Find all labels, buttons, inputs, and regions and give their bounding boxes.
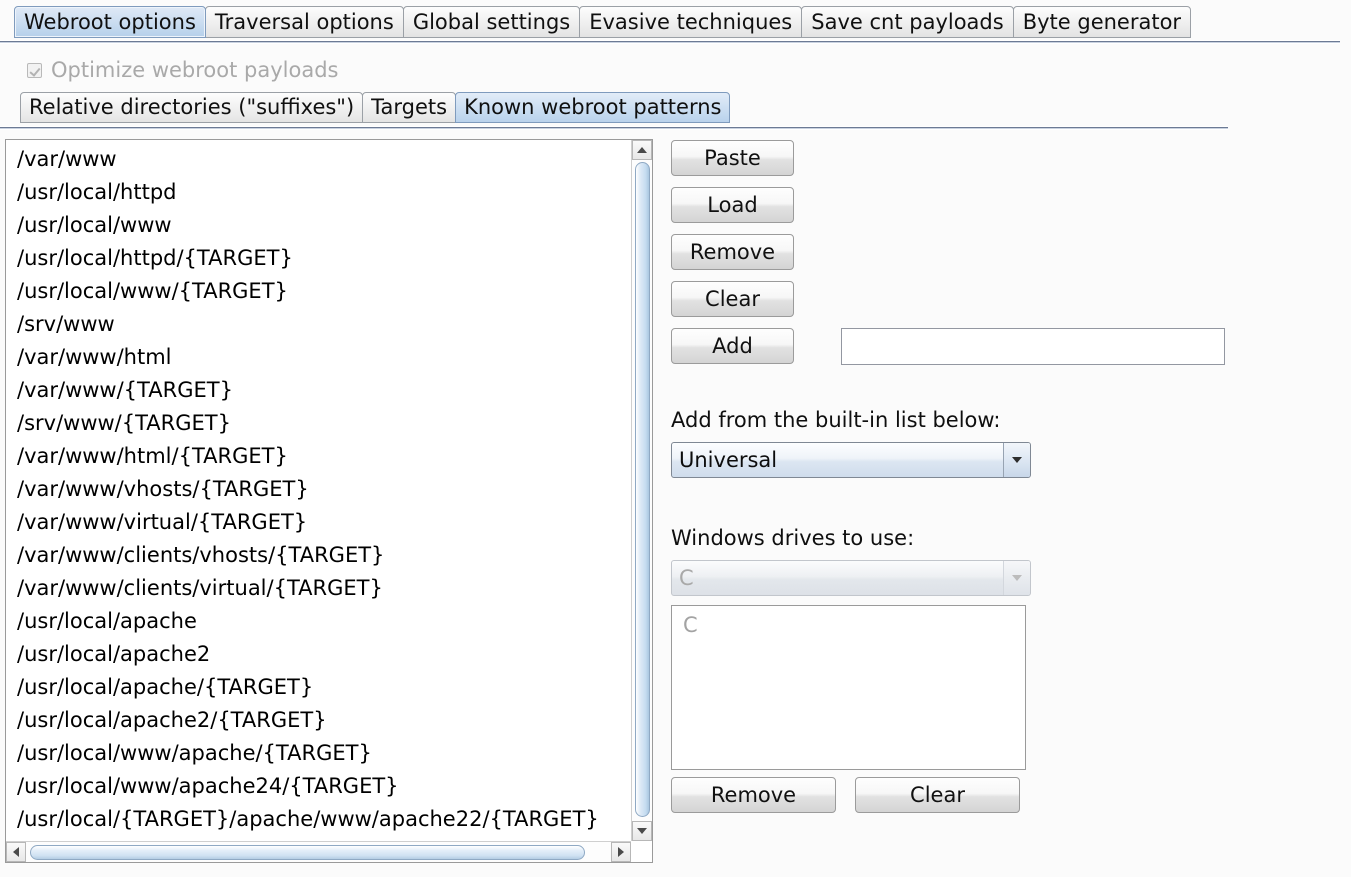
tab-save-cnt-payloads[interactable]: Save cnt payloads	[801, 6, 1014, 38]
builtin-list-dropdown[interactable]: Universal	[671, 442, 1031, 478]
list-item[interactable]: /usr/local/httpd/{TARGET}	[6, 242, 630, 275]
list-item[interactable]: /usr/local/apache2	[6, 638, 630, 671]
application-window: Webroot options Traversal options Global…	[0, 0, 1351, 877]
list-item[interactable]: /usr/local/{TARGET}/apache/www/apache22/…	[6, 803, 630, 836]
tab-byte-generator[interactable]: Byte generator	[1012, 6, 1192, 38]
add-pattern-input[interactable]	[841, 328, 1225, 365]
drives-remove-button[interactable]: Remove	[671, 777, 836, 813]
list-item[interactable]: /var/www/virtual/{TARGET}	[6, 506, 630, 539]
list-item[interactable]: /srv/www	[6, 308, 630, 341]
list-item[interactable]: /var/www/html/{TARGET}	[6, 440, 630, 473]
main-tab-list: Webroot options Traversal options Global…	[14, 6, 1192, 38]
scrollbar-corner	[631, 841, 652, 862]
tab-evasive-techniques[interactable]: Evasive techniques	[579, 6, 803, 38]
subtab-relative-directories[interactable]: Relative directories ("suffixes")	[20, 92, 364, 123]
subtab-targets[interactable]: Targets	[362, 92, 457, 123]
webroot-pattern-list[interactable]: /var/www/usr/local/httpd/usr/local/www/u…	[6, 140, 630, 840]
windows-drives-listbox[interactable]: C	[671, 605, 1026, 770]
main-tab-bar: Webroot options Traversal options Global…	[0, 0, 1351, 44]
remove-button[interactable]: Remove	[671, 234, 794, 270]
vertical-scrollbar[interactable]	[631, 140, 652, 841]
chevron-down-icon[interactable]	[1003, 561, 1030, 595]
tab-webroot-options[interactable]: Webroot options	[14, 6, 206, 38]
scroll-down-arrow-icon[interactable]	[632, 821, 652, 841]
chevron-down-icon[interactable]	[1003, 443, 1030, 477]
list-item[interactable]: /var/www	[6, 143, 630, 176]
tab-traversal-options[interactable]: Traversal options	[204, 6, 404, 38]
list-item[interactable]: /usr/local/httpd	[6, 176, 630, 209]
list-item[interactable]: /usr/local/apache/www/apache22/{TARGET}	[6, 836, 630, 840]
scroll-left-arrow-icon[interactable]	[6, 842, 26, 862]
windows-drives-dropdown[interactable]: C	[671, 560, 1031, 596]
add-button[interactable]: Add	[671, 328, 794, 364]
list-item[interactable]: /var/www/html	[6, 341, 630, 374]
scroll-right-arrow-icon[interactable]	[611, 842, 631, 862]
list-item[interactable]: /usr/local/apache	[6, 605, 630, 638]
list-item[interactable]: /var/www/vhosts/{TARGET}	[6, 473, 630, 506]
list-item[interactable]: /usr/local/www	[6, 209, 630, 242]
sub-tab-list: Relative directories ("suffixes") Target…	[20, 92, 731, 123]
builtin-list-selected-value: Universal	[679, 448, 778, 472]
checkbox-icon[interactable]	[27, 62, 42, 78]
list-item[interactable]: /usr/local/www/apache/{TARGET}	[6, 737, 630, 770]
horizontal-scroll-thumb[interactable]	[30, 845, 585, 860]
list-item[interactable]: /var/www/clients/virtual/{TARGET}	[6, 572, 630, 605]
optimize-webroot-payloads-row[interactable]: Optimize webroot payloads	[27, 57, 339, 83]
list-item[interactable]: /var/www/clients/vhosts/{TARGET}	[6, 539, 630, 572]
main-tab-underline	[0, 40, 1340, 44]
list-item[interactable]: /var/www/{TARGET}	[6, 374, 630, 407]
sub-tab-bar: Relative directories ("suffixes") Target…	[0, 92, 1351, 130]
list-item[interactable]: C	[672, 610, 1025, 640]
list-item[interactable]: /usr/local/apache2/{TARGET}	[6, 704, 630, 737]
tab-global-settings[interactable]: Global settings	[402, 6, 581, 38]
drives-clear-button[interactable]: Clear	[855, 777, 1020, 813]
sub-tab-underline	[0, 126, 1228, 130]
optimize-webroot-payloads-label: Optimize webroot payloads	[51, 58, 339, 82]
horizontal-scrollbar[interactable]	[6, 841, 631, 862]
list-item[interactable]: /srv/www/{TARGET}	[6, 407, 630, 440]
list-item[interactable]: /usr/local/www/apache24/{TARGET}	[6, 770, 630, 803]
load-button[interactable]: Load	[671, 187, 794, 223]
list-item[interactable]: /usr/local/www/{TARGET}	[6, 275, 630, 308]
vertical-scroll-thumb[interactable]	[635, 162, 650, 817]
windows-drives-label: Windows drives to use:	[671, 526, 915, 550]
list-item[interactable]: /usr/local/apache/{TARGET}	[6, 671, 630, 704]
clear-button[interactable]: Clear	[671, 281, 794, 317]
paste-button[interactable]: Paste	[671, 140, 794, 176]
subtab-known-webroot-patterns[interactable]: Known webroot patterns	[455, 92, 731, 123]
scroll-up-arrow-icon[interactable]	[632, 140, 652, 160]
builtin-list-label: Add from the built-in list below:	[671, 408, 1001, 432]
webroot-pattern-listbox[interactable]: /var/www/usr/local/httpd/usr/local/www/u…	[5, 139, 653, 863]
windows-drives-selected-value: C	[679, 566, 694, 590]
